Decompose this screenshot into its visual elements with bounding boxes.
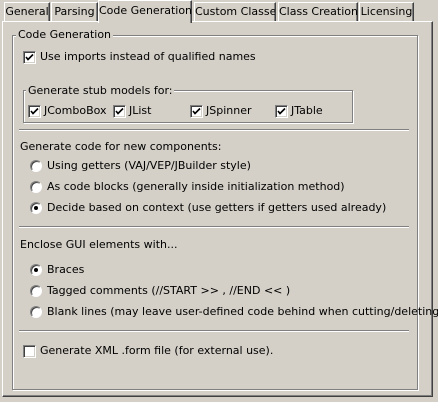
checkbox-box: [28, 105, 41, 118]
check-icon: [277, 107, 286, 115]
stub-jlist-label: JList: [129, 104, 152, 117]
divider: [19, 226, 409, 228]
radio-tagged-comments-label: Tagged comments (//START >> , //END << ): [47, 284, 291, 297]
tab-general[interactable]: General: [4, 2, 50, 21]
checkbox-box: [190, 105, 203, 118]
radio-circle: [30, 181, 42, 193]
use-imports-label: Use imports instead of qualified names: [40, 50, 256, 63]
radio-circle: [30, 264, 42, 276]
radio-decide-context-label: Decide based on context (use getters if …: [47, 201, 387, 214]
stub-models-title: Generate stub models for:: [26, 84, 175, 97]
checkbox-box: [113, 105, 126, 118]
radio-braces-label: Braces: [47, 263, 85, 276]
tab-class-creation[interactable]: Class Creation: [278, 2, 358, 21]
divider: [19, 330, 409, 332]
code-generation-group: Code Generation Use imports instead of q…: [12, 28, 438, 390]
code-generation-panel: Code Generation Use imports instead of q…: [2, 21, 438, 397]
radio-dot: [34, 206, 38, 210]
tab-code-generation[interactable]: Code Generation: [98, 0, 192, 23]
checkbox-box: [23, 51, 36, 64]
radio-code-blocks-label: As code blocks (generally inside initial…: [47, 180, 345, 193]
stub-jspinner-label: JSpinner: [206, 104, 252, 117]
check-icon: [30, 107, 39, 115]
stub-jcombobox-label: JComboBox: [44, 104, 107, 117]
radio-blank-lines-label: Blank lines (may leave user-defined code…: [47, 305, 438, 318]
tab-strip: General Parsing Code Generation Custom C…: [2, 0, 436, 23]
tab-custom-classes[interactable]: Custom Classes: [194, 2, 276, 21]
checkbox-box: [275, 105, 288, 118]
check-icon: [115, 107, 124, 115]
checkbox-box: [23, 345, 36, 358]
new-components-title: Generate code for new components:: [20, 140, 222, 153]
radio-dot: [34, 268, 38, 272]
tab-parsing[interactable]: Parsing: [51, 2, 98, 21]
generate-xml-form-label: Generate XML .form file (for external us…: [40, 344, 274, 357]
radio-using-getters-label: Using getters (VAJ/VEP/JBuilder style): [47, 159, 251, 172]
enclose-gui-title: Enclose GUI elements with...: [20, 238, 178, 251]
stub-models-group: Generate stub models for: JComboBox JLis…: [23, 84, 353, 123]
check-icon: [192, 107, 201, 115]
check-icon: [25, 53, 34, 61]
stub-jtable-label: JTable: [291, 104, 323, 117]
radio-circle: [30, 202, 42, 214]
group-title: Code Generation: [16, 28, 114, 41]
tab-licensing[interactable]: Licensing: [359, 2, 414, 21]
radio-circle: [30, 160, 42, 172]
radio-circle: [30, 285, 42, 297]
divider: [19, 129, 409, 131]
radio-circle: [30, 306, 42, 318]
